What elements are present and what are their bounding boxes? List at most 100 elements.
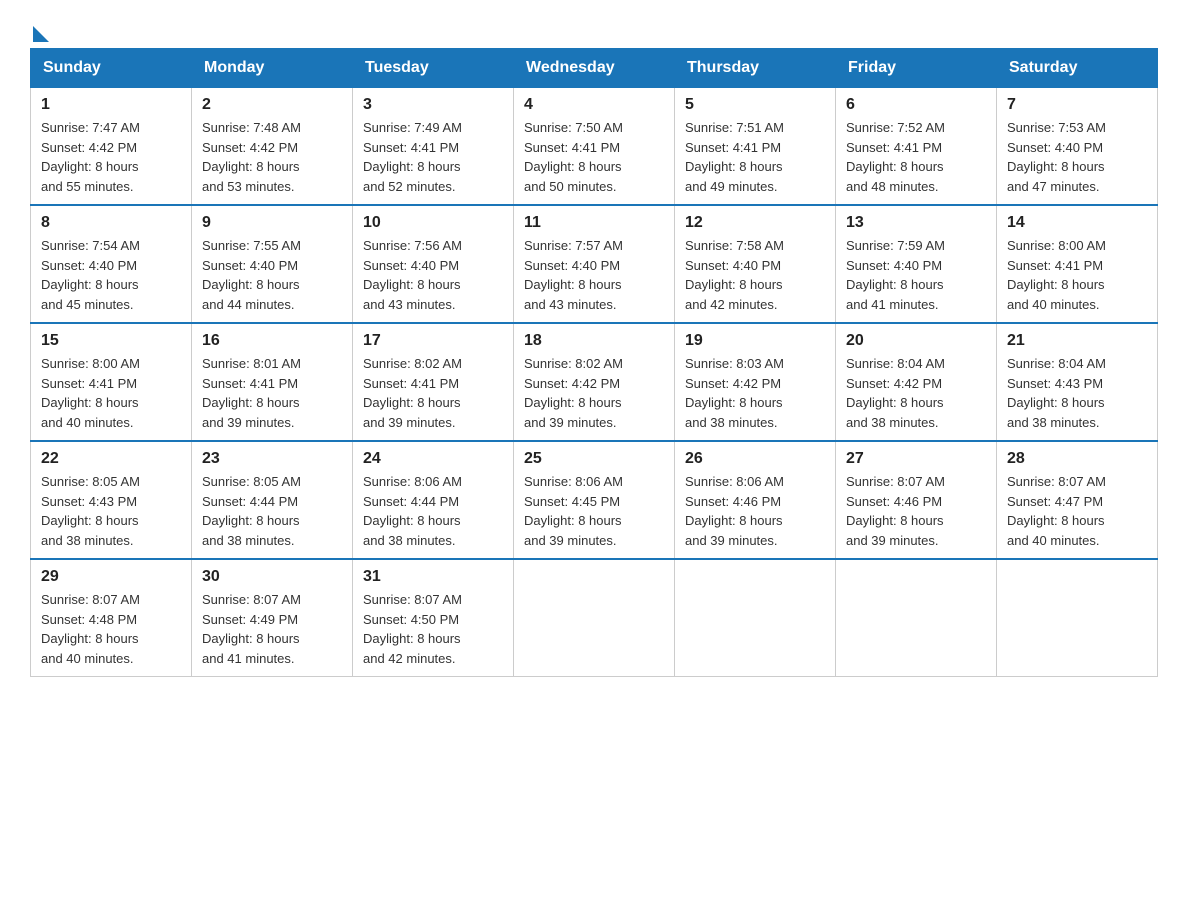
- calendar-week-row: 15 Sunrise: 8:00 AMSunset: 4:41 PMDayligh…: [31, 323, 1158, 441]
- day-number: 7: [1007, 96, 1147, 114]
- calendar-cell: 16 Sunrise: 8:01 AMSunset: 4:41 PMDayligh…: [192, 323, 353, 441]
- logo: [30, 20, 49, 38]
- day-number: 27: [846, 450, 986, 468]
- calendar-cell: 19 Sunrise: 8:03 AMSunset: 4:42 PMDayligh…: [675, 323, 836, 441]
- day-info: Sunrise: 7:58 AMSunset: 4:40 PMDaylight:…: [685, 236, 825, 314]
- day-number: 2: [202, 96, 342, 114]
- day-number: 12: [685, 214, 825, 232]
- day-number: 23: [202, 450, 342, 468]
- calendar-week-row: 29 Sunrise: 8:07 AMSunset: 4:48 PMDayligh…: [31, 559, 1158, 677]
- calendar-cell: 5 Sunrise: 7:51 AMSunset: 4:41 PMDaylight…: [675, 88, 836, 206]
- calendar-cell: 8 Sunrise: 7:54 AMSunset: 4:40 PMDaylight…: [31, 205, 192, 323]
- day-number: 31: [363, 568, 503, 586]
- calendar-cell: 31 Sunrise: 8:07 AMSunset: 4:50 PMDayligh…: [353, 559, 514, 677]
- day-number: 3: [363, 96, 503, 114]
- calendar-cell: 14 Sunrise: 8:00 AMSunset: 4:41 PMDayligh…: [997, 205, 1158, 323]
- day-number: 15: [41, 332, 181, 350]
- day-info: Sunrise: 8:07 AMSunset: 4:46 PMDaylight:…: [846, 472, 986, 550]
- calendar-cell: [836, 559, 997, 677]
- day-info: Sunrise: 8:07 AMSunset: 4:48 PMDaylight:…: [41, 590, 181, 668]
- day-number: 5: [685, 96, 825, 114]
- day-info: Sunrise: 7:56 AMSunset: 4:40 PMDaylight:…: [363, 236, 503, 314]
- day-info: Sunrise: 7:49 AMSunset: 4:41 PMDaylight:…: [363, 118, 503, 196]
- day-info: Sunrise: 7:52 AMSunset: 4:41 PMDaylight:…: [846, 118, 986, 196]
- day-info: Sunrise: 7:55 AMSunset: 4:40 PMDaylight:…: [202, 236, 342, 314]
- day-info: Sunrise: 8:06 AMSunset: 4:45 PMDaylight:…: [524, 472, 664, 550]
- day-number: 25: [524, 450, 664, 468]
- day-info: Sunrise: 7:53 AMSunset: 4:40 PMDaylight:…: [1007, 118, 1147, 196]
- day-number: 8: [41, 214, 181, 232]
- calendar-cell: 22 Sunrise: 8:05 AMSunset: 4:43 PMDayligh…: [31, 441, 192, 559]
- header-thursday: Thursday: [675, 49, 836, 88]
- day-info: Sunrise: 7:51 AMSunset: 4:41 PMDaylight:…: [685, 118, 825, 196]
- day-number: 28: [1007, 450, 1147, 468]
- calendar-cell: 20 Sunrise: 8:04 AMSunset: 4:42 PMDayligh…: [836, 323, 997, 441]
- day-number: 4: [524, 96, 664, 114]
- day-info: Sunrise: 8:05 AMSunset: 4:43 PMDaylight:…: [41, 472, 181, 550]
- day-number: 29: [41, 568, 181, 586]
- calendar-cell: 30Sunrise: 8:07 AMSunset: 4:49 PMDayligh…: [192, 559, 353, 677]
- day-info: Sunrise: 7:50 AMSunset: 4:41 PMDaylight:…: [524, 118, 664, 196]
- day-info: Sunrise: 8:04 AMSunset: 4:42 PMDaylight:…: [846, 354, 986, 432]
- day-number: 6: [846, 96, 986, 114]
- day-number: 9: [202, 214, 342, 232]
- day-info: Sunrise: 8:06 AMSunset: 4:44 PMDaylight:…: [363, 472, 503, 550]
- day-number: 10: [363, 214, 503, 232]
- calendar-cell: [997, 559, 1158, 677]
- day-number: 16: [202, 332, 342, 350]
- day-info: Sunrise: 7:47 AMSunset: 4:42 PMDaylight:…: [41, 118, 181, 196]
- calendar-cell: 25 Sunrise: 8:06 AMSunset: 4:45 PMDayligh…: [514, 441, 675, 559]
- day-info: Sunrise: 7:54 AMSunset: 4:40 PMDaylight:…: [41, 236, 181, 314]
- header-monday: Monday: [192, 49, 353, 88]
- calendar-cell: 13Sunrise: 7:59 AMSunset: 4:40 PMDayligh…: [836, 205, 997, 323]
- calendar-cell: 4 Sunrise: 7:50 AMSunset: 4:41 PMDaylight…: [514, 88, 675, 206]
- day-info: Sunrise: 8:04 AMSunset: 4:43 PMDaylight:…: [1007, 354, 1147, 432]
- calendar-cell: 6 Sunrise: 7:52 AMSunset: 4:41 PMDaylight…: [836, 88, 997, 206]
- calendar-cell: 23 Sunrise: 8:05 AMSunset: 4:44 PMDayligh…: [192, 441, 353, 559]
- calendar-cell: [675, 559, 836, 677]
- calendar-cell: [514, 559, 675, 677]
- day-number: 1: [41, 96, 181, 114]
- logo-top: [30, 20, 49, 42]
- day-info: Sunrise: 8:01 AMSunset: 4:41 PMDaylight:…: [202, 354, 342, 432]
- calendar-cell: 7 Sunrise: 7:53 AMSunset: 4:40 PMDaylight…: [997, 88, 1158, 206]
- header-saturday: Saturday: [997, 49, 1158, 88]
- day-info: Sunrise: 8:07 AMSunset: 4:49 PMDaylight:…: [202, 590, 342, 668]
- day-number: 14: [1007, 214, 1147, 232]
- day-info: Sunrise: 8:03 AMSunset: 4:42 PMDaylight:…: [685, 354, 825, 432]
- calendar-table: SundayMondayTuesdayWednesdayThursdayFrid…: [30, 48, 1158, 677]
- calendar-cell: 10 Sunrise: 7:56 AMSunset: 4:40 PMDayligh…: [353, 205, 514, 323]
- day-number: 17: [363, 332, 503, 350]
- day-number: 22: [41, 450, 181, 468]
- calendar-cell: 3 Sunrise: 7:49 AMSunset: 4:41 PMDaylight…: [353, 88, 514, 206]
- calendar-cell: 28 Sunrise: 8:07 AMSunset: 4:47 PMDayligh…: [997, 441, 1158, 559]
- day-number: 13: [846, 214, 986, 232]
- day-number: 19: [685, 332, 825, 350]
- header-friday: Friday: [836, 49, 997, 88]
- day-number: 18: [524, 332, 664, 350]
- day-number: 20: [846, 332, 986, 350]
- day-info: Sunrise: 8:07 AMSunset: 4:47 PMDaylight:…: [1007, 472, 1147, 550]
- day-number: 21: [1007, 332, 1147, 350]
- calendar-cell: 17 Sunrise: 8:02 AMSunset: 4:41 PMDayligh…: [353, 323, 514, 441]
- day-info: Sunrise: 8:05 AMSunset: 4:44 PMDaylight:…: [202, 472, 342, 550]
- calendar-cell: 24 Sunrise: 8:06 AMSunset: 4:44 PMDayligh…: [353, 441, 514, 559]
- header-sunday: Sunday: [31, 49, 192, 88]
- header-tuesday: Tuesday: [353, 49, 514, 88]
- day-info: Sunrise: 8:06 AMSunset: 4:46 PMDaylight:…: [685, 472, 825, 550]
- day-info: Sunrise: 8:00 AMSunset: 4:41 PMDaylight:…: [1007, 236, 1147, 314]
- day-info: Sunrise: 8:02 AMSunset: 4:41 PMDaylight:…: [363, 354, 503, 432]
- calendar-week-row: 8 Sunrise: 7:54 AMSunset: 4:40 PMDaylight…: [31, 205, 1158, 323]
- day-info: Sunrise: 7:48 AMSunset: 4:42 PMDaylight:…: [202, 118, 342, 196]
- day-number: 11: [524, 214, 664, 232]
- day-number: 24: [363, 450, 503, 468]
- logo-triangle-icon: [33, 26, 49, 42]
- day-info: Sunrise: 8:00 AMSunset: 4:41 PMDaylight:…: [41, 354, 181, 432]
- calendar-week-row: 22 Sunrise: 8:05 AMSunset: 4:43 PMDayligh…: [31, 441, 1158, 559]
- header-wednesday: Wednesday: [514, 49, 675, 88]
- calendar-week-row: 1 Sunrise: 7:47 AMSunset: 4:42 PMDaylight…: [31, 88, 1158, 206]
- day-info: Sunrise: 8:07 AMSunset: 4:50 PMDaylight:…: [363, 590, 503, 668]
- calendar-cell: 2 Sunrise: 7:48 AMSunset: 4:42 PMDaylight…: [192, 88, 353, 206]
- calendar-cell: 11Sunrise: 7:57 AMSunset: 4:40 PMDayligh…: [514, 205, 675, 323]
- day-info: Sunrise: 8:02 AMSunset: 4:42 PMDaylight:…: [524, 354, 664, 432]
